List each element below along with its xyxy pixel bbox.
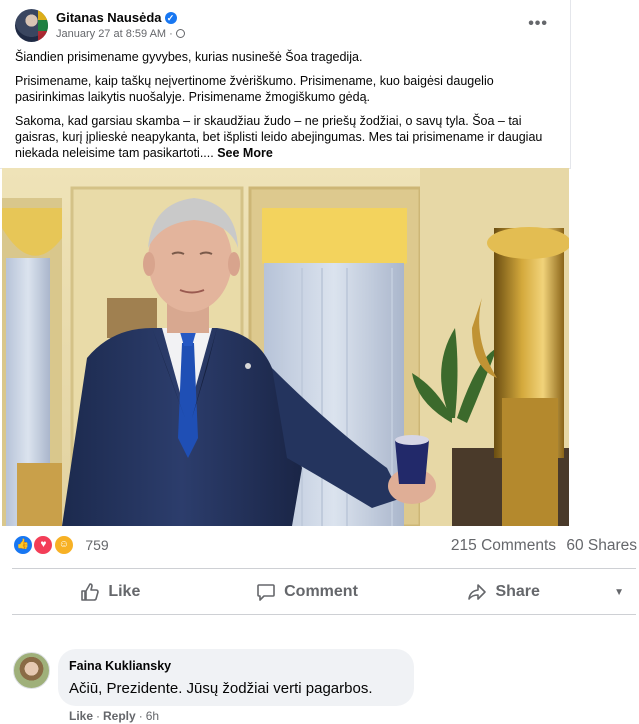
post-paragraph: Sakoma, kad garsiau skamba – ir skaudžia… <box>15 113 555 161</box>
post-author-name[interactable]: Gitanas Nausėda <box>56 10 162 25</box>
post-paragraph: Šiandien prisimename gyvybes, kurias nus… <box>15 50 363 64</box>
care-reaction-icon: ☺ <box>52 534 75 556</box>
more-options-icon[interactable]: ••• <box>528 15 548 33</box>
comment-text: Ačiū, Prezidente. Jūsų žodžiai verti pag… <box>69 680 373 697</box>
post-photo[interactable] <box>2 168 569 526</box>
reaction-count[interactable]: 759 <box>85 537 108 553</box>
comment-bubble-icon <box>257 584 275 601</box>
post-stats: 215 Comments 60 Shares <box>445 537 637 555</box>
share-button[interactable]: Share <box>405 571 602 613</box>
like-label: Like <box>108 583 141 600</box>
heart-reaction-icon: ♥ <box>32 534 55 556</box>
post-header: Gitanas Nausėda ✓ January 27 at 8:59 AM ·… <box>12 9 560 45</box>
post-paragraph-text: Sakoma, kad garsiau skamba – ir skaudžia… <box>15 114 543 160</box>
comment-bubble: Faina Kukliansky Ačiū, Prezidente. Jūsų … <box>58 649 414 706</box>
shares-count[interactable]: 60 Shares <box>566 537 637 554</box>
comment-like-link[interactable]: Like <box>69 709 93 723</box>
comment-button[interactable]: Comment <box>209 571 406 613</box>
see-more-link[interactable]: See More <box>217 146 273 160</box>
flag-decoration <box>38 9 48 42</box>
comment-actions: Like · Reply · 6h <box>69 709 160 723</box>
photo-illustration <box>2 168 569 526</box>
comment-reply-link[interactable]: Reply <box>103 709 136 723</box>
comment-time[interactable]: 6h <box>146 709 159 723</box>
post-card: Gitanas Nausėda ✓ January 27 at 8:59 AM ·… <box>0 0 570 168</box>
comments-count[interactable]: 215 Comments <box>451 537 556 554</box>
verified-badge-icon: ✓ <box>164 12 177 24</box>
post-paragraph: Prisimename, kaip taškų neįvertinome žvė… <box>15 74 494 104</box>
divider <box>12 614 636 615</box>
post-text: Šiandien prisimename gyvybes, kurias nus… <box>15 49 555 169</box>
comment-author[interactable]: Faina Kukliansky <box>69 659 171 673</box>
post-meta: January 27 at 8:59 AM · <box>56 28 185 40</box>
divider <box>12 568 636 569</box>
share-label: Share <box>495 583 540 600</box>
author-avatar[interactable] <box>15 9 48 42</box>
comment-label: Comment <box>284 583 358 600</box>
post-actions: Like Comment Share ▼ <box>12 571 636 613</box>
thumbs-up-icon <box>81 583 100 601</box>
globe-icon <box>175 29 185 38</box>
post-author[interactable]: Gitanas Nausėda ✓ <box>56 10 177 25</box>
post-date[interactable]: January 27 at 8:59 AM <box>56 28 166 40</box>
share-arrow-icon <box>468 584 487 600</box>
reactions-summary[interactable]: 👍 ♥ ☺ 759 <box>12 534 109 556</box>
like-button[interactable]: Like <box>12 571 209 613</box>
like-reaction-icon: 👍 <box>12 534 34 556</box>
commenter-avatar[interactable] <box>13 652 50 689</box>
audience-dropdown-icon[interactable]: ▼ <box>602 587 636 598</box>
